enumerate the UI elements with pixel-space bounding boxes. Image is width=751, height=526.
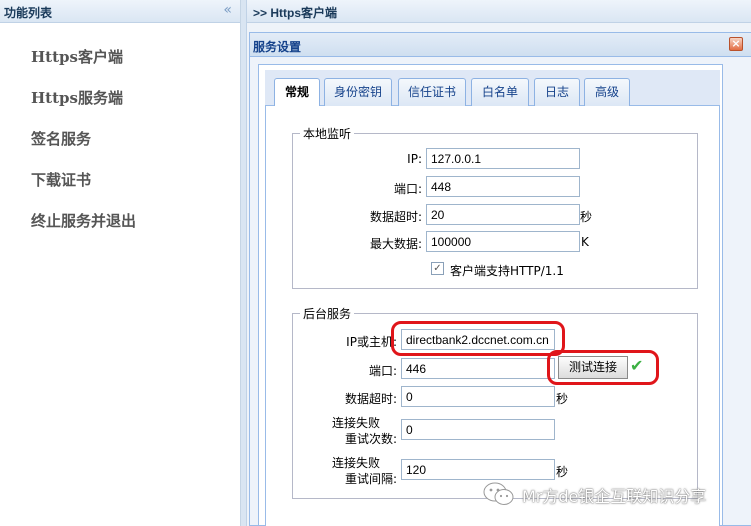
dialog-title: 服务设置 — [253, 40, 302, 54]
backend-timeout-input[interactable] — [401, 386, 555, 407]
main-header: >> Https客户端 — [247, 0, 751, 23]
tab-log[interactable]: 日志 — [534, 78, 580, 106]
kb-unit: K — [581, 235, 589, 249]
seconds-unit: 秒 — [580, 210, 593, 224]
function-list-title: 功能列表 — [4, 6, 53, 20]
wechat-icon — [483, 482, 514, 505]
backend-seconds-unit: 秒 — [556, 392, 569, 406]
menu-item-stop-exit[interactable]: 终止服务并退出 — [31, 210, 136, 231]
retry-count-label-1: 连接失败 — [331, 416, 380, 430]
close-icon[interactable]: × — [729, 37, 743, 51]
backend-service-legend: 后台服务 — [300, 305, 355, 322]
backend-port-label: 端口: — [368, 364, 397, 378]
max-data-label: 最大数据: — [369, 237, 422, 251]
retry-interval-input[interactable] — [401, 459, 555, 480]
host-label: IP或主机: — [346, 335, 397, 349]
watermark-text: Mr方de银企互联知识分享 — [522, 487, 707, 506]
dialog-header[interactable]: 服务设置 × — [250, 33, 751, 57]
menu-item-download-cert[interactable]: 下载证书 — [31, 169, 91, 190]
tab-whitelist[interactable]: 白名单 — [471, 78, 529, 106]
retry-count-input[interactable] — [401, 419, 555, 440]
menu-item-https-server[interactable]: Https服务端 — [31, 87, 123, 108]
local-ip-input[interactable] — [426, 148, 580, 169]
tab-trust-cert[interactable]: 信任证书 — [398, 78, 466, 106]
function-list-panel: 功能列表 « Https客户端 Https服务端 签名服务 下载证书 终止服务并… — [0, 0, 241, 526]
max-data-input[interactable] — [426, 231, 580, 252]
tab-identity-key[interactable]: 身份密钥 — [324, 78, 392, 106]
data-timeout-label: 数据超时: — [369, 210, 422, 224]
local-port-input[interactable] — [426, 176, 580, 197]
test-button-highlight — [547, 350, 659, 385]
http11-checkbox[interactable]: ✓ — [431, 262, 444, 275]
retry-count-label-2: 重试次数: — [344, 432, 397, 446]
function-list-header: 功能列表 « — [0, 0, 240, 23]
ip-label: IP: — [407, 152, 422, 166]
menu-item-https-client[interactable]: Https客户端 — [31, 46, 123, 67]
menu-item-sign-service[interactable]: 签名服务 — [31, 128, 91, 149]
port-label: 端口: — [393, 182, 422, 196]
tab-general[interactable]: 常规 — [274, 78, 320, 107]
retry-interval-label-1: 连接失败 — [331, 456, 380, 470]
local-timeout-input[interactable] — [426, 204, 580, 225]
retry-interval-label-2: 重试间隔: — [344, 472, 397, 486]
backend-timeout-label: 数据超时: — [344, 392, 397, 406]
backend-port-input[interactable] — [401, 358, 555, 379]
http11-checkbox-label: 客户端支持HTTP/1.1 — [450, 264, 564, 278]
local-listen-legend: 本地监听 — [300, 125, 355, 142]
watermark: Mr方de银企互联知识分享 — [478, 478, 748, 508]
collapse-icon[interactable]: « — [223, 2, 232, 18]
tab-advanced[interactable]: 高级 — [584, 78, 630, 106]
host-highlight — [391, 321, 565, 356]
breadcrumb: >> Https客户端 — [253, 6, 338, 20]
